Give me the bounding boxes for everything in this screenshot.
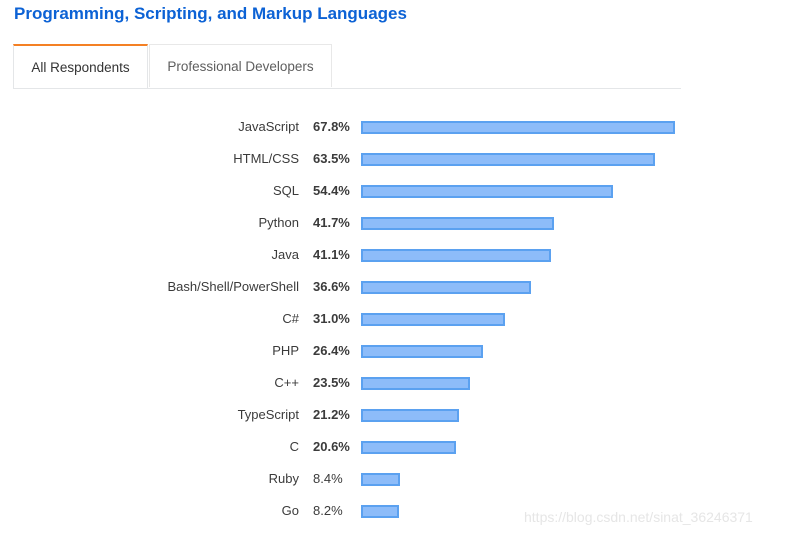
category-label: PHP — [272, 343, 299, 358]
bar — [361, 121, 675, 134]
value-label: 8.2% — [313, 503, 343, 518]
value-label: 8.4% — [313, 471, 343, 486]
value-label: 21.2% — [313, 407, 350, 422]
category-label: Go — [281, 503, 299, 518]
bar — [361, 473, 400, 486]
bar — [361, 281, 531, 294]
bar-row: JavaScript 67.8% — [0, 110, 791, 142]
bar — [361, 217, 554, 230]
bar-row: Java 41.1% — [0, 238, 791, 270]
value-label: 31.0% — [313, 311, 350, 326]
category-label: C++ — [274, 375, 299, 390]
bar-row: PHP 26.4% — [0, 334, 791, 366]
bar — [361, 249, 551, 262]
category-label: Java — [271, 247, 299, 262]
tab-all-respondents[interactable]: All Respondents — [13, 44, 148, 88]
bar-row: C++ 23.5% — [0, 366, 791, 398]
value-label: 23.5% — [313, 375, 350, 390]
bar-chart: JavaScript 67.8% HTML/CSS 63.5% SQL 54.4% Pyth… — [0, 110, 791, 530]
watermark: https://blog.csdn.net/sinat_36246371 — [524, 509, 753, 525]
value-label: 54.4% — [313, 183, 350, 198]
bar — [361, 505, 399, 518]
bar — [361, 153, 655, 166]
category-label: HTML/CSS — [233, 151, 299, 166]
bar-row: C# 31.0% — [0, 302, 791, 334]
value-label: 67.8% — [313, 119, 350, 134]
value-label: 41.7% — [313, 215, 350, 230]
bar-row: HTML/CSS 63.5% — [0, 142, 791, 174]
category-label: Python — [258, 215, 299, 230]
bar — [361, 441, 456, 454]
bar — [361, 409, 459, 422]
value-label: 36.6% — [313, 279, 350, 294]
value-label: 20.6% — [313, 439, 350, 454]
value-label: 26.4% — [313, 343, 350, 358]
bar-row: C 20.6% — [0, 430, 791, 462]
category-label: Bash/Shell/PowerShell — [167, 279, 299, 294]
tab-professional-developers[interactable]: Professional Developers — [149, 44, 332, 87]
respondent-tabs: All Respondents Professional Developers — [13, 44, 681, 89]
category-label: C — [289, 439, 299, 454]
bar — [361, 377, 470, 390]
category-label: C# — [282, 311, 299, 326]
bar-row: SQL 54.4% — [0, 174, 791, 206]
value-label: 41.1% — [313, 247, 350, 262]
bar-row: Ruby 8.4% — [0, 462, 791, 494]
bar — [361, 185, 613, 198]
category-label: JavaScript — [238, 119, 299, 134]
value-label: 63.5% — [313, 151, 350, 166]
bar-row: TypeScript 21.2% — [0, 398, 791, 430]
bar-row: Python 41.7% — [0, 206, 791, 238]
bar — [361, 313, 505, 326]
bar — [361, 345, 483, 358]
category-label: SQL — [272, 183, 299, 198]
category-label: TypeScript — [237, 407, 299, 422]
category-label: Ruby — [268, 471, 299, 486]
chart-title: Programming, Scripting, and Markup Langu… — [14, 4, 407, 23]
bar-row: Bash/Shell/PowerShell 36.6% — [0, 270, 791, 302]
